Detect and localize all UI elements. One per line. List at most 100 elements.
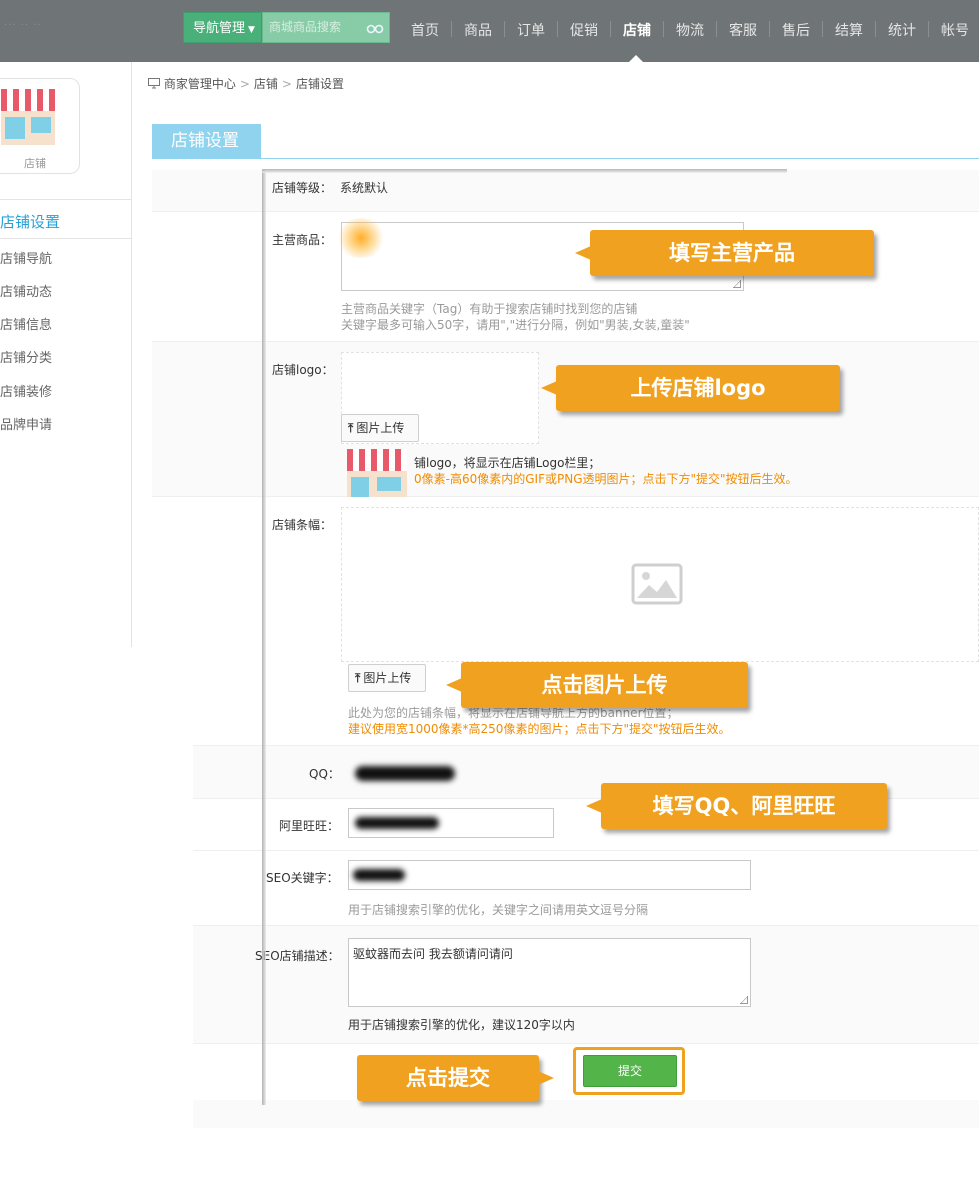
logo-upload-label: 图片上传 <box>356 421 405 435</box>
store-card-label: 店铺 <box>24 157 46 170</box>
sidebar-item-store-decoration[interactable]: 店铺装修 <box>0 381 52 400</box>
logo-hint-line2: 0像素-高60像素内的GIF或PNG透明图片；点击下方"提交"按钮后生效。 <box>414 472 798 486</box>
divider <box>0 199 131 200</box>
divider <box>0 238 131 239</box>
nav-separator <box>928 21 929 37</box>
left-sidebar: 店铺 店铺设置 店铺导航 店铺动态 店铺信息 店铺分类 店铺装修 品牌申请 <box>0 62 132 647</box>
seo-description-label: SEO店铺描述： <box>255 949 340 963</box>
chevron-down-icon: ▼ <box>248 25 255 35</box>
nav-item-home[interactable]: 首页 <box>411 20 439 40</box>
nav-separator <box>663 21 664 37</box>
nav-item-orders[interactable]: 订单 <box>517 20 545 40</box>
banner-preview-box <box>341 507 979 662</box>
submit-button[interactable]: 提交 <box>583 1055 677 1087</box>
main-goods-hint: 主营商品关键字（Tag）有助于搜索店铺时找到您的店铺 关键字最多可输入50字，请… <box>341 301 690 333</box>
search-placeholder: 商城商品搜索 <box>269 20 342 34</box>
banner-hint-line2: 建议使用宽1000像素*高250像素的图片；点击下方"提交"按钮后生效。 <box>348 722 731 736</box>
sidebar-item-store-settings[interactable]: 店铺设置 <box>0 211 60 232</box>
store-logo-label: 店铺logo： <box>272 363 334 377</box>
nav-separator <box>875 21 876 37</box>
top-navigation-bar: ··· ·· ·· 导航管理 ▼ 商城商品搜索 首页 商品 订单 促销 店铺 物流… <box>0 0 979 62</box>
tab-underline <box>152 158 979 159</box>
resize-handle-icon[interactable] <box>740 996 748 1004</box>
sidebar-item-brand-apply[interactable]: 品牌申请 <box>0 414 52 433</box>
row-bg-footer <box>193 1100 979 1128</box>
cursor-highlight <box>336 218 386 258</box>
store-level-label: 店铺等级： <box>272 181 333 195</box>
sidebar-item-store-nav[interactable]: 店铺导航 <box>0 248 52 267</box>
store-banner-label: 店铺条幅： <box>272 518 333 532</box>
logo-hint: 铺logo，将显示在店铺Logo栏里； 0像素-高60像素内的GIF或PNG透明… <box>414 455 798 487</box>
shadow-separator-horizontal <box>262 169 787 173</box>
breadcrumb: 商家管理中心 > 店铺 > 店铺设置 <box>148 75 344 92</box>
nav-item-settlement[interactable]: 结算 <box>835 20 863 40</box>
seo-keywords-hint: 用于店铺搜索引擎的优化，关键字之间请用英文逗号分隔 <box>348 903 649 917</box>
nav-separator <box>451 21 452 37</box>
breadcrumb-current: 店铺设置 <box>295 77 344 91</box>
upload-icon: ⤒ <box>355 671 361 685</box>
callout-submit: 点击提交 <box>357 1055 554 1101</box>
store-level-value: 系统默认 <box>340 181 389 195</box>
main-goods-label: 主营商品： <box>272 233 333 247</box>
breadcrumb-separator: > <box>239 77 250 91</box>
tab-store-settings[interactable]: 店铺设置 <box>152 124 261 159</box>
callout-banner-upload: 点击图片上传 <box>446 662 748 708</box>
nav-item-goods[interactable]: 商品 <box>464 20 492 40</box>
sidebar-item-store-news[interactable]: 店铺动态 <box>0 281 52 300</box>
nav-item-logistics[interactable]: 物流 <box>676 20 704 40</box>
site-logo-faint: ··· ·· ·· <box>4 20 42 31</box>
seo-keywords-label: SEO关键字： <box>266 871 339 885</box>
banner-hint: 此处为您的店铺条幅，将显示在店铺导航上方的banner位置； 建议使用宽1000… <box>348 705 731 737</box>
nav-separator <box>716 21 717 37</box>
nav-item-account[interactable]: 帐号 <box>941 20 969 40</box>
shadow-separator-vertical <box>262 170 266 1105</box>
wangwang-input[interactable] <box>348 808 554 838</box>
callout-logo: 上传店铺logo <box>541 365 840 411</box>
active-nav-caret <box>629 55 643 62</box>
main-goods-hint-line1: 主营商品关键字（Tag）有助于搜索店铺时找到您的店铺 <box>341 302 638 316</box>
banner-upload-button[interactable]: ⤒ 图片上传 <box>348 664 426 692</box>
image-placeholder-icon <box>631 563 683 608</box>
redacted-value <box>355 766 455 781</box>
breadcrumb-separator: > <box>281 77 292 91</box>
nav-item-after-sales[interactable]: 售后 <box>782 20 810 40</box>
nav-separator <box>769 21 770 37</box>
wangwang-label: 阿里旺旺： <box>279 819 340 833</box>
row-divider <box>193 850 979 851</box>
sidebar-item-store-info[interactable]: 店铺信息 <box>0 314 52 333</box>
mall-search-input[interactable]: 商城商品搜索 <box>262 12 390 43</box>
breadcrumb-store[interactable]: 店铺 <box>254 77 278 91</box>
store-card[interactable]: 店铺 <box>0 78 80 174</box>
seo-description-textarea[interactable]: 驱蚊器而去问 我去额请问请问 <box>348 938 751 1007</box>
nav-separator <box>822 21 823 37</box>
nav-management-button[interactable]: 导航管理 ▼ <box>183 12 262 43</box>
logo-upload-button[interactable]: ⤒ 图片上传 <box>341 414 419 442</box>
upload-icon: ⤒ <box>348 421 354 435</box>
row-divider <box>152 211 979 212</box>
qq-input[interactable] <box>348 757 468 785</box>
nav-separator <box>610 21 611 37</box>
callout-contacts: 填写QQ、阿里旺旺 <box>586 783 887 829</box>
row-divider <box>152 496 979 497</box>
row-divider <box>193 1043 979 1044</box>
nav-item-promotion[interactable]: 促销 <box>570 20 598 40</box>
callout-main-goods: 填写主营产品 <box>575 230 874 276</box>
redacted-value <box>353 869 405 881</box>
nav-item-customer-service[interactable]: 客服 <box>729 20 757 40</box>
redacted-value <box>355 817 439 829</box>
qq-label: QQ： <box>309 767 340 781</box>
seo-description-value: 驱蚊器而去问 我去额请问请问 <box>353 947 513 961</box>
nav-management-label: 导航管理 <box>193 21 246 36</box>
monitor-icon <box>148 77 164 91</box>
main-goods-hint-line2: 关键字最多可输入50字，请用","进行分隔，例如"男装,女装,童装" <box>341 318 690 332</box>
logo-hint-line1: 铺logo，将显示在店铺Logo栏里； <box>414 456 601 470</box>
seo-keywords-input[interactable] <box>348 860 751 890</box>
resize-handle-icon[interactable] <box>733 280 741 288</box>
nav-separator <box>557 21 558 37</box>
banner-upload-label: 图片上传 <box>363 671 412 685</box>
binoculars-search-icon[interactable] <box>366 13 384 53</box>
sidebar-item-store-category[interactable]: 店铺分类 <box>0 347 52 366</box>
breadcrumb-home[interactable]: 商家管理中心 <box>164 77 236 91</box>
nav-item-store[interactable]: 店铺 <box>623 20 651 40</box>
nav-item-statistics[interactable]: 统计 <box>888 20 916 40</box>
